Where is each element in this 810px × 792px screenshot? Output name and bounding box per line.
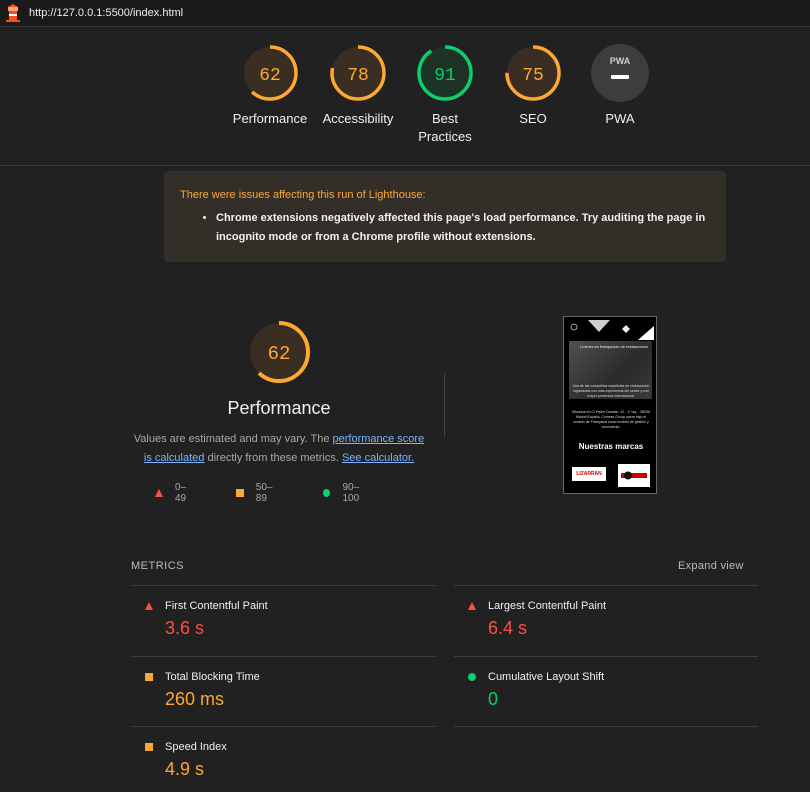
metric-name: First Contentful Paint — [165, 600, 268, 612]
green-circle-icon — [323, 489, 331, 497]
warning-list: Chrome extensions negatively affected th… — [180, 209, 710, 247]
red-triangle-icon — [155, 489, 163, 497]
gauge-label: PWA — [605, 111, 635, 126]
site-header-logo — [570, 320, 654, 340]
red-triangle-icon — [145, 602, 153, 610]
brands-heading: Nuestras marcas — [578, 442, 644, 451]
warning-item: Chrome extensions negatively affected th… — [216, 209, 710, 247]
divider — [131, 656, 436, 657]
intro-text: Una de las compañías españolas de restau… — [572, 384, 650, 398]
lizarran-logo: LIZARRAN — [572, 467, 606, 481]
metric-value: 0 — [488, 689, 499, 709]
metric-name: Largest Contentful Paint — [488, 600, 607, 612]
score-ring: 62 — [242, 45, 298, 101]
performance-score-value: 62 — [268, 343, 291, 365]
metric-value: 260 ms — [165, 689, 225, 709]
divider — [131, 726, 436, 727]
warning-title: There were issues affecting this run of … — [180, 189, 426, 201]
metric-speed-index[interactable]: Speed Index 4.9 s — [131, 741, 421, 780]
metric-name: Speed Index — [165, 741, 227, 753]
legend-item: 0–49 — [155, 482, 194, 504]
address-bar: http://127.0.0.1:5500/index.html — [0, 0, 810, 27]
gauge-label: Performance — [232, 111, 308, 126]
gauge-label: Best Practices — [418, 111, 472, 144]
divider — [0, 165, 810, 166]
metric-value: 6.4 s — [488, 618, 528, 638]
performance-title: Performance — [227, 398, 331, 418]
gauge-best-practices[interactable]: 91 Best Practices — [400, 44, 490, 146]
final-screenshot[interactable]: Líderes en franquicias de restauración U… — [563, 316, 657, 494]
gauge-performance[interactable]: 62 Performance — [225, 44, 315, 128]
red-triangle-icon — [468, 602, 476, 610]
legend-range: 50–89 — [255, 482, 273, 504]
gauge-label: Accessibility — [322, 111, 394, 126]
metric-value: 3.6 s — [165, 618, 205, 638]
score-value: 78 — [347, 66, 369, 86]
metric-value: 4.9 s — [165, 759, 205, 779]
green-circle-icon — [468, 673, 476, 681]
score-ring: 78 — [330, 45, 386, 101]
orange-square-icon — [236, 489, 244, 497]
score-value: 75 — [522, 66, 544, 86]
legend-item: 90–100 — [323, 482, 373, 504]
performance-description: Values are estimated and may vary. The p… — [130, 430, 428, 468]
metrics-heading: METRICS — [131, 560, 184, 572]
divider — [131, 585, 436, 586]
divider — [454, 585, 758, 586]
orange-square-icon — [145, 673, 153, 681]
category-gauges: 62 Performance 78 Accessibility 91 Best … — [0, 44, 810, 154]
brand-logo-image — [618, 464, 650, 487]
legend-range: 0–49 — [175, 482, 187, 504]
metric-largest-contentful-paint[interactable]: Largest Contentful Paint 6.4 s — [454, 600, 744, 639]
metric-total-blocking-time[interactable]: Total Blocking Time 260 ms — [131, 671, 421, 710]
score-value: 91 — [434, 66, 456, 86]
location-text: Situados en C/ Padre Damián, 42 - 1º Izq… — [572, 410, 650, 429]
score-ring: 91 — [417, 45, 473, 101]
orange-square-icon — [145, 743, 153, 751]
legend-item: 50–89 — [236, 482, 281, 504]
metric-cumulative-layout-shift[interactable]: Cumulative Layout Shift 0 — [454, 671, 744, 710]
gauge-accessibility[interactable]: 78 Accessibility — [313, 44, 403, 128]
desc-text: Values are estimated and may vary. The — [133, 433, 333, 445]
expand-view-button[interactable]: Expand view — [678, 560, 744, 572]
score-legend: 0–49 50–89 90–100 — [155, 482, 415, 504]
divider — [454, 726, 758, 727]
desc-text: directly from these metrics. — [204, 452, 342, 464]
legend-range: 90–100 — [342, 482, 360, 504]
calculator-link[interactable]: See calculator. — [342, 452, 414, 464]
gauge-seo[interactable]: 75 SEO — [488, 44, 578, 128]
divider — [444, 373, 445, 437]
metric-name: Cumulative Layout Shift — [488, 671, 605, 683]
score-value: 62 — [259, 66, 281, 86]
pwa-badge-icon: PWA — [591, 44, 649, 102]
warning-box: There were issues affecting this run of … — [164, 171, 726, 262]
hero-text: Líderes en franquicias de restauración — [580, 344, 649, 349]
lighthouse-icon — [6, 4, 20, 22]
divider — [454, 656, 758, 657]
metric-first-contentful-paint[interactable]: First Contentful Paint 3.6 s — [131, 600, 421, 639]
gauge-label: SEO — [519, 111, 547, 126]
url-text[interactable]: http://127.0.0.1:5500/index.html — [29, 7, 183, 19]
pwa-badge-text: PWA — [610, 56, 631, 66]
performance-score-gauge: 62 — [248, 321, 310, 383]
gauge-pwa[interactable]: PWA PWA — [575, 44, 665, 128]
score-ring: 75 — [505, 45, 561, 101]
metric-name: Total Blocking Time — [165, 671, 260, 683]
